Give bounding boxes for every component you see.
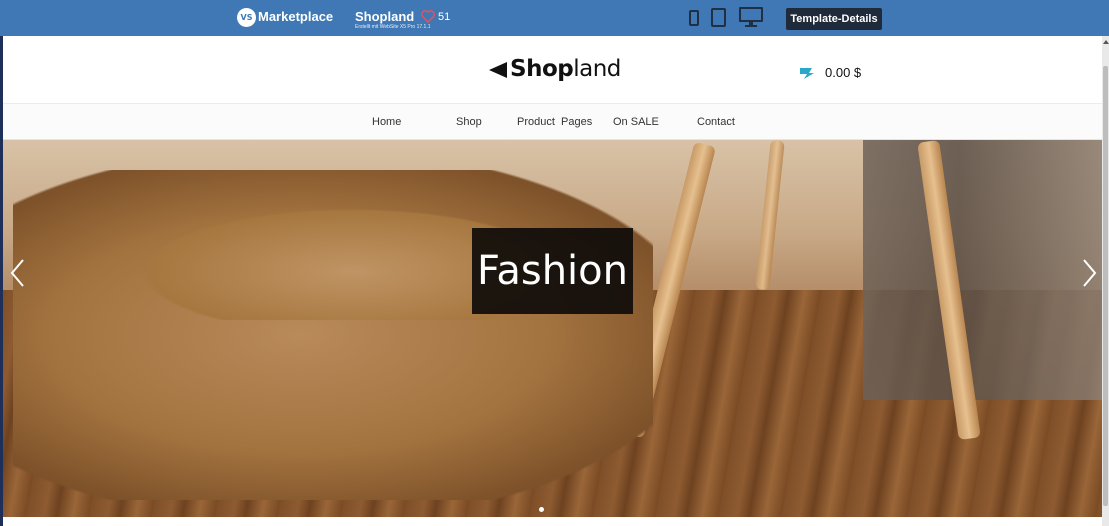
nav-item-product-pages[interactable]: Product Pages [517, 116, 592, 128]
nav-item-contact[interactable]: Contact [697, 116, 735, 128]
brand-name: Shopland [510, 56, 621, 82]
heart-icon[interactable] [421, 10, 435, 23]
hero-slider: Fashion [3, 140, 1102, 517]
cart-total[interactable]: 0.00 $ [825, 65, 861, 80]
slide-image-curtain [863, 140, 1102, 400]
slider-next-arrow-icon[interactable] [1079, 258, 1099, 288]
main-nav: Home Shop Product Pages On SALE Contact [3, 103, 1102, 140]
brand-name-bold: Shop [510, 56, 574, 82]
template-name: Shopland [355, 9, 415, 24]
brand-logo[interactable]: Shopland [485, 56, 621, 86]
nav-item-home[interactable]: Home [372, 116, 401, 128]
marketplace-bar: VS Marketplace Shopland Erstellt mit Web… [0, 0, 1109, 36]
slider-dots [539, 507, 544, 512]
brand-arrow-icon [489, 62, 507, 78]
phone-preview-icon[interactable] [689, 10, 699, 26]
slide-caption: Fashion [472, 228, 633, 314]
cart-icon[interactable] [798, 65, 816, 81]
slider-dot-active[interactable] [539, 507, 544, 512]
site-header: Shopland 0.00 $ [3, 36, 1102, 103]
template-subtitle: Erstellt mit WebSite X5 Pro 17.1.1 [355, 24, 431, 30]
marketplace-link[interactable]: Marketplace [258, 9, 333, 24]
like-count: 51 [438, 11, 451, 23]
marketplace-logo[interactable]: VS [237, 8, 256, 27]
scrollbar-thumb[interactable] [1103, 66, 1108, 506]
slider-prev-arrow-icon[interactable] [8, 258, 28, 288]
scroll-up-arrow-icon[interactable] [1103, 40, 1109, 44]
brand-name-light: land [573, 56, 621, 82]
tablet-preview-icon[interactable] [711, 8, 726, 27]
nav-item-shop[interactable]: Shop [456, 116, 482, 128]
nav-item-on-sale[interactable]: On SALE [613, 116, 659, 128]
template-details-button[interactable]: Template-Details [786, 8, 882, 30]
desktop-preview-icon[interactable] [739, 7, 763, 28]
